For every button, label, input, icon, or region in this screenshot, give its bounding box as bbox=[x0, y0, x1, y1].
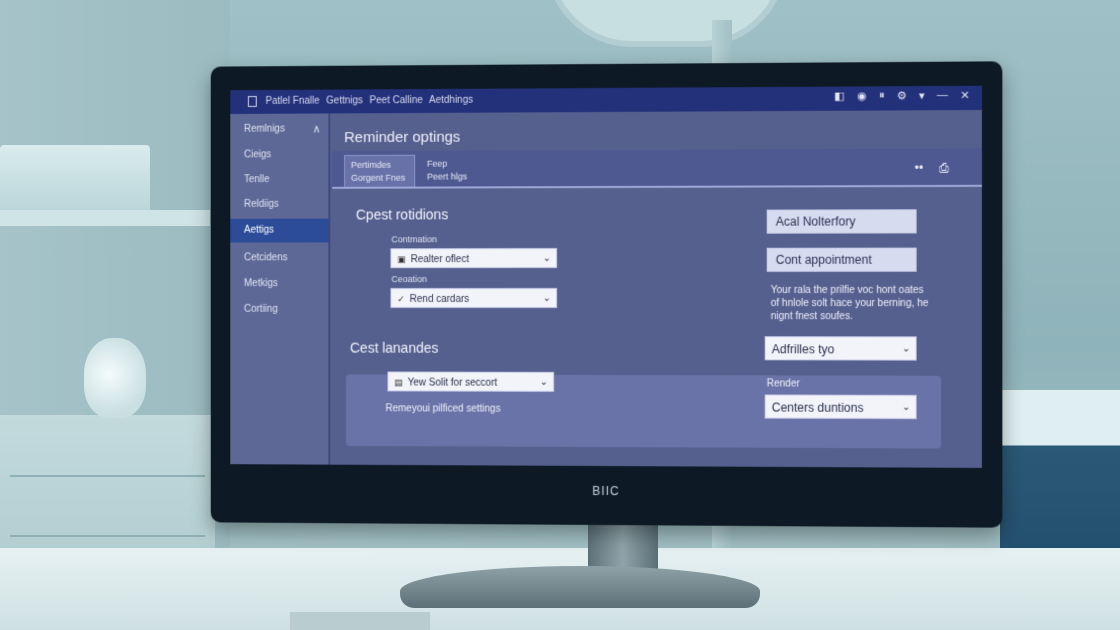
wall-shelf bbox=[0, 145, 150, 215]
keyboard bbox=[290, 612, 430, 630]
sidebar-item[interactable]: Tenlle bbox=[230, 168, 328, 192]
close-icon[interactable]: ✕ bbox=[960, 89, 969, 102]
sidebar-item-label: Reldiigs bbox=[243, 198, 279, 210]
field-label: Ceoation bbox=[391, 274, 428, 285]
monitor-stand-base bbox=[400, 566, 760, 608]
tab-sublabel: Peert hlgs bbox=[427, 171, 468, 182]
cabinet-drawer-line bbox=[10, 475, 205, 477]
tab-label: Feep bbox=[427, 158, 448, 169]
app-icon bbox=[247, 96, 257, 107]
settings-text: Remeyoui pilficed settings bbox=[385, 403, 501, 415]
sidebar-item[interactable]: Reldiigs bbox=[230, 193, 328, 217]
field-label: Contmation bbox=[391, 234, 437, 245]
select-value: Realter oflect bbox=[410, 254, 470, 266]
breadcrumb-item[interactable]: Aetdhings bbox=[429, 95, 473, 106]
monitor: Patlel Fnalle Gettnigs Peet Calline Aetd… bbox=[210, 61, 1003, 528]
render-label: Render bbox=[766, 378, 800, 390]
sidebar-item[interactable]: Cieigs bbox=[230, 143, 328, 167]
chevron-down-icon: ⌄ bbox=[902, 343, 911, 355]
sidebar-item[interactable]: Metkigs bbox=[230, 272, 328, 296]
breadcrumb-item[interactable]: Gettnigs bbox=[326, 95, 363, 106]
split-select[interactable]: ▤ Yew Solit for seccort ⌄ bbox=[387, 371, 555, 392]
acal-notifications-button[interactable]: Acal Nolterfory bbox=[766, 209, 917, 234]
layout-icon[interactable]: ◧ bbox=[834, 90, 845, 103]
chevron-down-icon: ⌄ bbox=[542, 253, 552, 265]
render-select[interactable]: Centers duntions ⌄ bbox=[764, 394, 917, 420]
title-bar: Patlel Fnalle Gettnigs Peet Calline Aetd… bbox=[230, 85, 982, 114]
shelf-ledge bbox=[0, 210, 210, 226]
sidebar: Remlnigs ∧ Cieigs Tenlle Reldiigs Aettig… bbox=[230, 113, 331, 465]
sidebar-item[interactable]: Cetcidens bbox=[230, 246, 328, 270]
select-value: Adfrilles tyo bbox=[771, 342, 835, 357]
tab-strip: Pertimdes Gorgent Fnes Feep Peert hlgs •… bbox=[332, 148, 982, 189]
page-title: Reminder optings bbox=[344, 128, 461, 147]
sidebar-item-label: Remlnigs bbox=[243, 123, 285, 135]
document-icon: ▤ bbox=[394, 377, 403, 388]
screen: Patlel Fnalle Gettnigs Peet Calline Aetd… bbox=[230, 85, 982, 468]
breadcrumb-item[interactable]: Peet Calline bbox=[370, 95, 423, 106]
sidebar-item-label: Cetcidens bbox=[243, 252, 288, 264]
sidebar-item[interactable]: Remlnigs ∧ bbox=[230, 117, 328, 141]
select-value: Centers duntions bbox=[771, 400, 864, 415]
calendar-icon: ▣ bbox=[397, 254, 406, 265]
section-title: Cpest rotidions bbox=[355, 206, 449, 223]
window-controls: ◧ ◉ ⏸ ⚙ ▾ — ✕ bbox=[834, 89, 969, 103]
chevron-down-icon: ⌄ bbox=[542, 293, 552, 304]
creation-select[interactable]: ✓ Rend cardars ⌄ bbox=[390, 288, 558, 308]
sidebar-item[interactable]: Cortiing bbox=[230, 298, 328, 322]
tab-label: Pertimdes bbox=[351, 159, 391, 170]
monitor-brand-logo: BIIC bbox=[592, 483, 620, 499]
select-value: Yew Solit for seccort bbox=[407, 377, 498, 389]
info-note: Your rala the prilfie voc hont oates of … bbox=[770, 284, 929, 323]
vase bbox=[84, 338, 146, 418]
sidebar-item-label: Cieigs bbox=[243, 149, 272, 161]
breadcrumb-item[interactable]: Patlel Fnalle bbox=[266, 96, 320, 107]
tab-feep[interactable]: Feep Peert hlgs bbox=[421, 154, 490, 186]
collapse-icon[interactable]: ∧ bbox=[313, 117, 321, 141]
ceiling-lamp bbox=[545, 0, 787, 47]
more-icon[interactable]: •• bbox=[915, 161, 924, 175]
select-value: Rend cardars bbox=[409, 294, 470, 305]
sidebar-item-label: Cortiing bbox=[243, 303, 278, 315]
export-icon[interactable]: ⎙ bbox=[939, 161, 949, 176]
confirmation-select[interactable]: ▣ Realter oflect ⌄ bbox=[390, 248, 558, 269]
check-icon: ✓ bbox=[397, 294, 405, 304]
cabinet-drawer-line bbox=[10, 535, 205, 537]
chevron-down-icon: ⌄ bbox=[539, 376, 549, 388]
pause-icon[interactable]: ⏸ bbox=[879, 89, 885, 102]
breadcrumb: Patlel Fnalle Gettnigs Peet Calline Aetd… bbox=[266, 95, 477, 107]
section-title: Cest lanandes bbox=[350, 339, 439, 356]
minimize-icon[interactable]: — bbox=[937, 89, 948, 102]
dropdown-icon[interactable]: ▾ bbox=[919, 89, 925, 102]
tab-pertimdes[interactable]: Pertimdes Gorgent Fnes bbox=[344, 154, 416, 187]
appointment-button[interactable]: Cont appointment bbox=[766, 247, 917, 272]
sidebar-item-label: Metkigs bbox=[243, 278, 278, 290]
settings-icon[interactable]: ⚙ bbox=[897, 89, 907, 102]
chevron-down-icon: ⌄ bbox=[902, 401, 911, 414]
record-icon[interactable]: ◉ bbox=[857, 89, 867, 102]
sidebar-item-active[interactable]: Aettigs bbox=[230, 218, 329, 243]
sidebar-item-label: Tenlle bbox=[243, 174, 270, 186]
tab-sublabel: Gorgent Fnes bbox=[351, 172, 406, 183]
sidebar-item-label: Aettigs bbox=[243, 224, 274, 236]
activities-type-select[interactable]: Adfrilles tyo ⌄ bbox=[764, 336, 917, 361]
